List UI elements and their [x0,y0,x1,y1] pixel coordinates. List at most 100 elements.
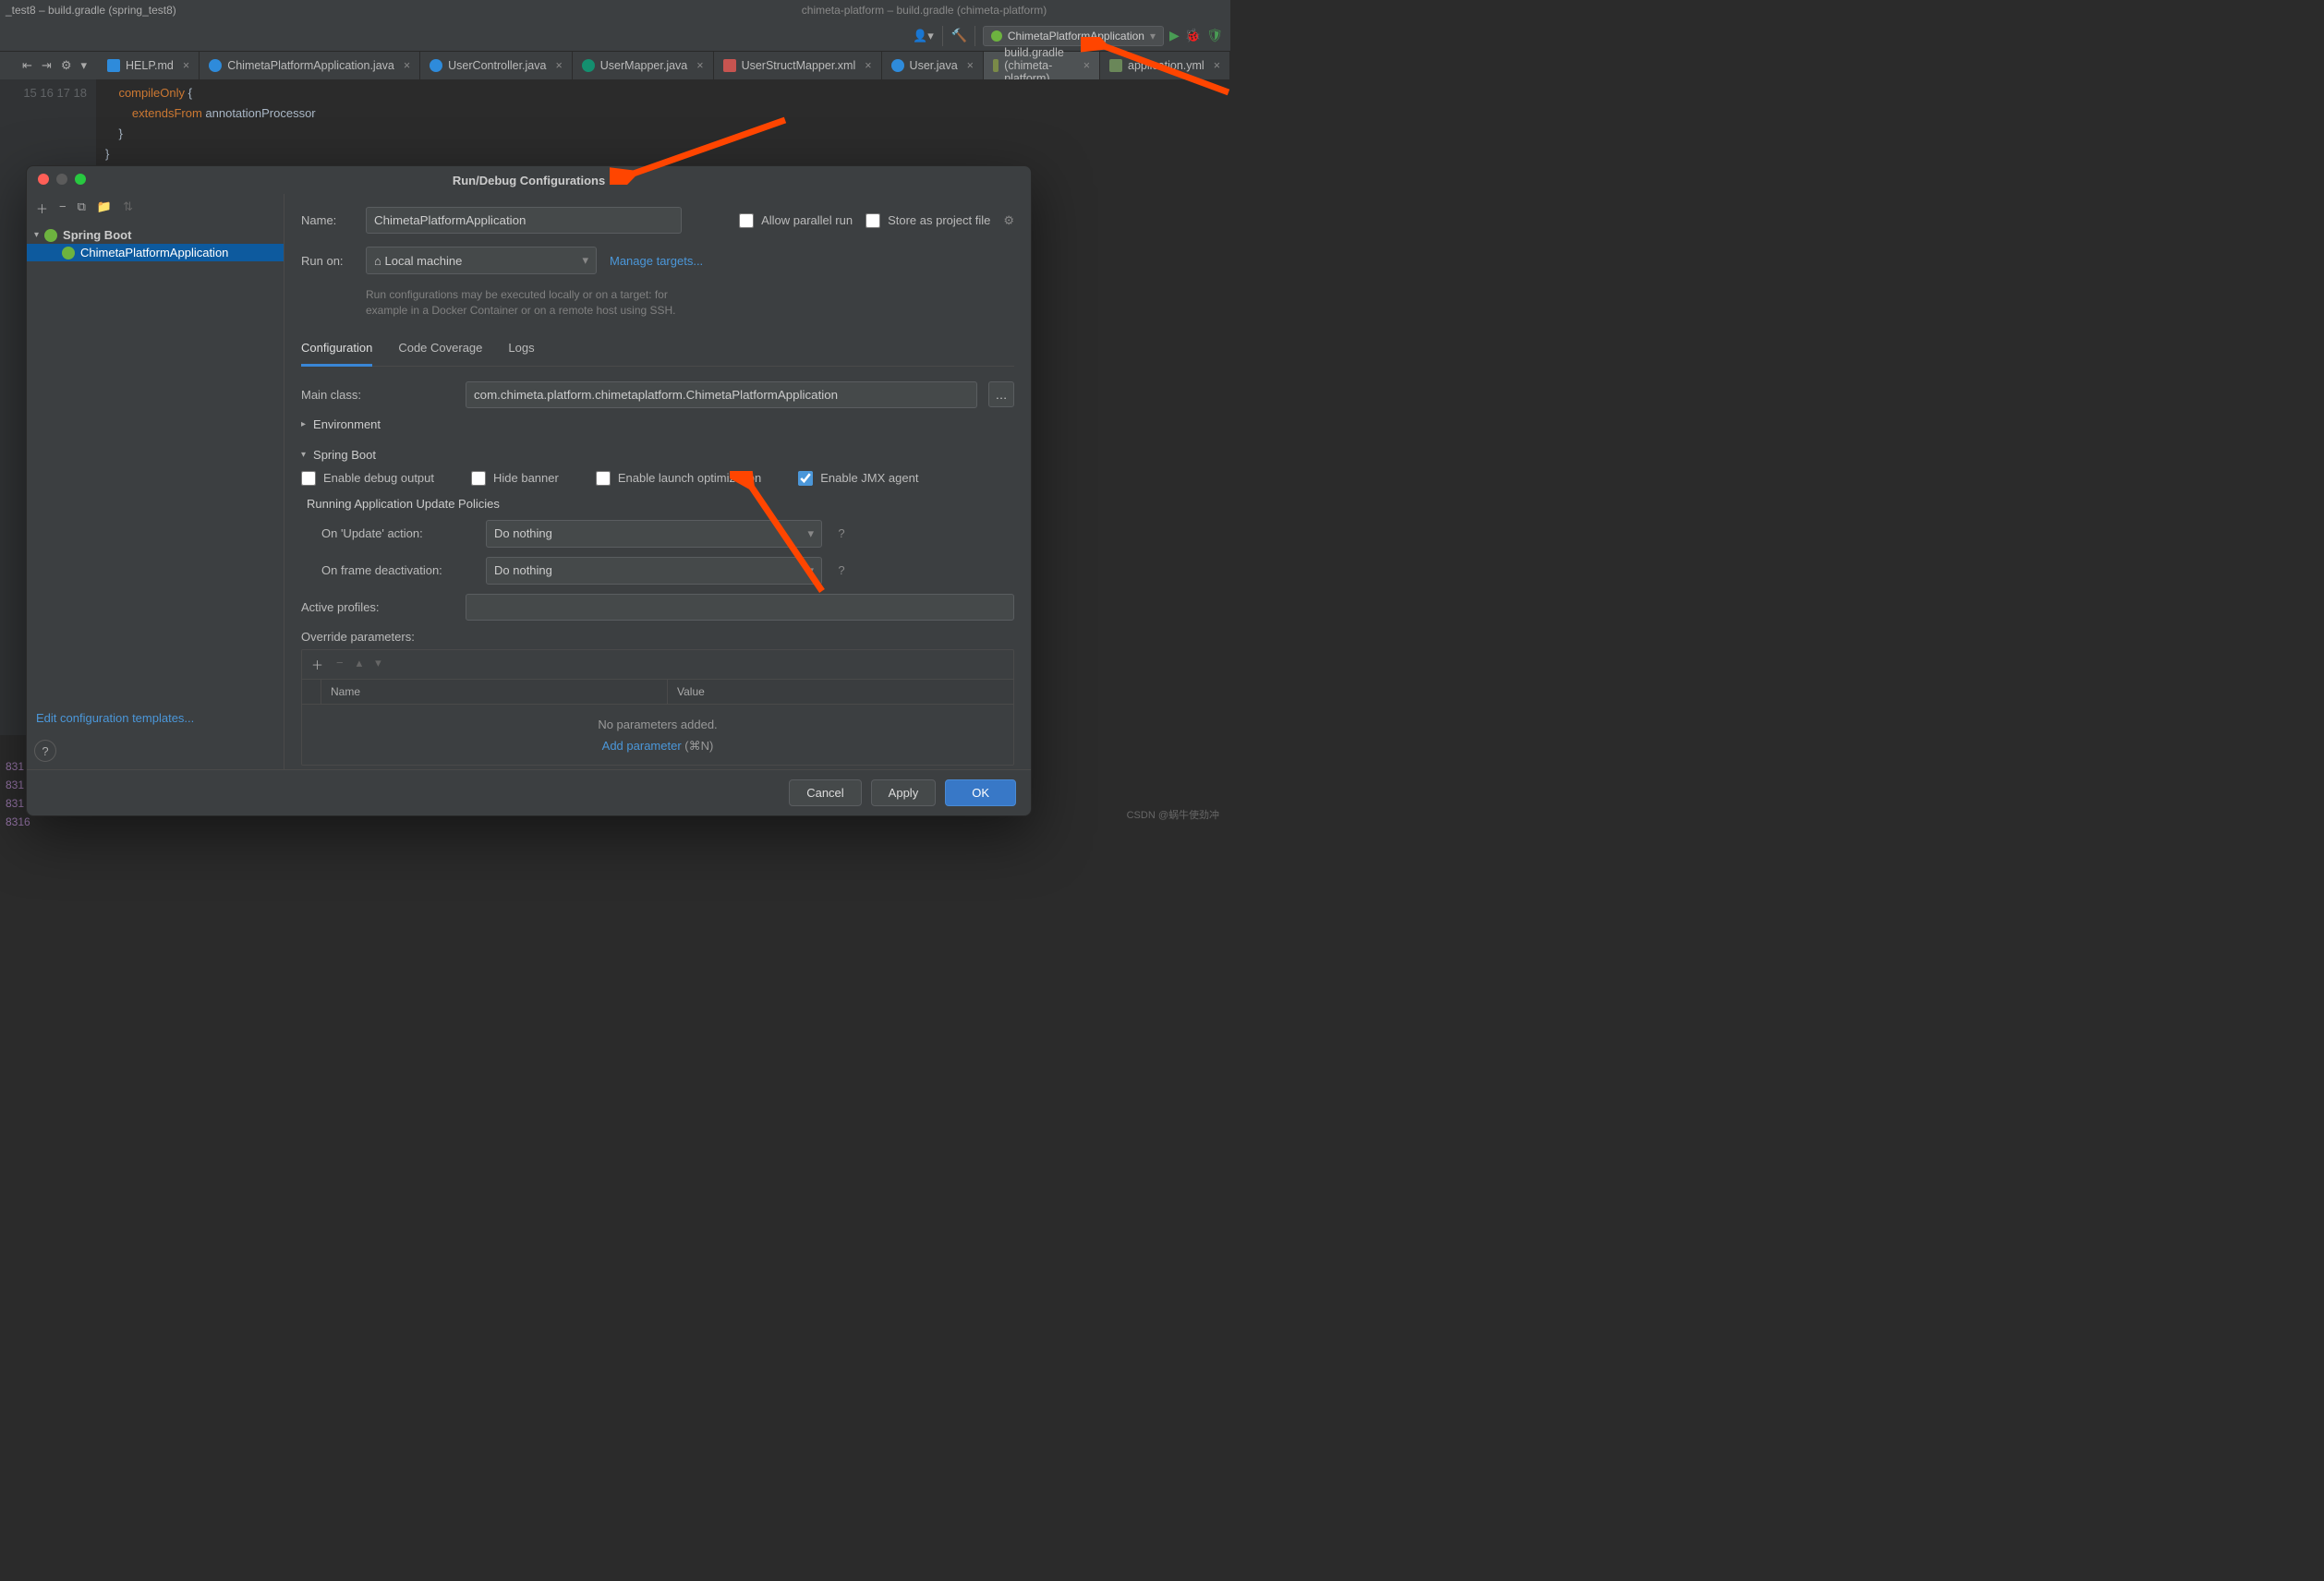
ok-button[interactable]: OK [945,779,1016,806]
close-icon[interactable]: × [1214,59,1220,72]
help-button[interactable]: ? [34,740,56,762]
editor-tab[interactable]: User.java× [882,52,984,79]
dialog-footer: Cancel Apply OK [27,769,1031,815]
spring-boot-section[interactable]: ▾ Spring Boot [301,448,1014,462]
on-frame-combo[interactable]: Do nothing▾ [486,557,822,585]
save-icon[interactable]: 📁 [97,199,112,217]
close-icon[interactable]: × [404,59,410,72]
debug-icon[interactable]: 🐞 [1185,28,1201,43]
help-icon[interactable]: ? [833,563,850,577]
close-icon[interactable]: × [967,59,974,72]
tab-label: UserStructMapper.xml [742,59,856,72]
enable-jmx-checkbox[interactable]: Enable JMX agent [798,471,918,486]
spring-boot-icon [62,247,75,259]
editor-tab[interactable]: build.gradle (chimeta-platform)× [984,52,1100,79]
collapse-icon: ▸ [301,419,306,429]
file-icon [993,59,999,72]
runon-combo[interactable]: ⌂ Local machine ▾ [366,247,597,274]
override-label: Override parameters: [301,630,1014,644]
tree-node-config[interactable]: ChimetaPlatformApplication [27,244,284,261]
checkbox-label: Store as project file [888,213,990,227]
tree-node-spring-boot[interactable]: ▾ Spring Boot [27,226,284,244]
environment-section[interactable]: ▸ Environment [301,417,1014,431]
add-icon[interactable]: ＋ [36,199,48,217]
tab-label: UserMapper.java [600,59,688,72]
section-label: Spring Boot [313,448,376,462]
close-icon[interactable]: × [1083,59,1090,72]
run-icon[interactable]: ▶ [1169,28,1180,43]
remove-icon[interactable]: − [336,656,344,673]
browse-button[interactable]: … [988,381,1014,407]
tab-code-coverage[interactable]: Code Coverage [398,335,482,366]
project-title-right: chimeta-platform – build.gradle (chimeta… [618,4,1230,17]
back-icon[interactable]: ⇤ [22,58,32,73]
col-value: Value [668,680,1013,704]
close-icon[interactable]: × [183,59,189,72]
policies-title: Running Application Update Policies [301,497,1014,511]
on-update-combo[interactable]: Do nothing▾ [486,520,822,548]
window-controls [38,174,86,185]
minimize-icon[interactable] [56,174,67,185]
sort-icon[interactable]: ⇅ [123,199,133,217]
runon-hint: Run configurations may be executed local… [366,287,680,319]
file-icon [891,59,904,72]
editor-tab[interactable]: UserMapper.java × [573,52,714,79]
zoom-icon[interactable] [75,174,86,185]
tree-label: ChimetaPlatformApplication [80,246,228,259]
main-class-input[interactable] [466,381,977,408]
gear-icon[interactable]: ⚙ [61,58,72,73]
profile-icon[interactable]: 👤▾ [911,26,935,46]
remove-icon[interactable]: − [59,199,67,217]
coverage-icon[interactable]: 🛡 [1206,28,1223,43]
override-params-table: ＋ − ▴ ▾ Name Value No parameters added. … [301,649,1014,766]
sidebar-toolbar: ＋ − ⧉ 📁 ⇅ [27,194,284,223]
more-icon[interactable]: ▾ [80,58,87,73]
editor-tab[interactable]: ChimetaPlatformApplication.java× [200,52,420,79]
manage-targets-link[interactable]: Manage targets... [610,254,703,268]
hide-banner-checkbox[interactable]: Hide banner [471,471,559,486]
run-config-label: ChimetaPlatformApplication [1008,30,1144,42]
name-input[interactable] [366,207,682,234]
file-icon [430,59,442,72]
editor-tab[interactable]: HELP.md × [98,52,200,79]
active-profiles-label: Active profiles: [301,600,454,614]
close-icon[interactable] [38,174,49,185]
add-icon[interactable]: ＋ [311,656,323,673]
enable-debug-checkbox[interactable]: Enable debug output [301,471,434,486]
gear-icon[interactable]: ⚙ [1003,213,1014,228]
checkbox-label: Enable launch optimization [618,471,761,485]
close-icon[interactable]: × [865,59,871,72]
tab-label: application.yml [1128,59,1204,72]
forward-icon[interactable]: ⇥ [42,58,52,73]
enable-launch-opt-checkbox[interactable]: Enable launch optimization [596,471,761,486]
section-label: Environment [313,417,381,431]
editor-tab[interactable]: UserController.java× [420,52,573,79]
config-tree: ▾ Spring Boot ChimetaPlatformApplication [27,223,284,265]
active-profiles-input[interactable] [466,594,1014,621]
dropdown-icon: ▾ [582,253,588,268]
apply-button[interactable]: Apply [871,779,937,806]
cancel-button[interactable]: Cancel [789,779,861,806]
store-project-checkbox[interactable]: Store as project file [865,213,990,228]
link-label[interactable]: Edit configuration templates... [36,711,194,725]
build-icon[interactable]: 🔨 [950,28,966,43]
tab-logs[interactable]: Logs [508,335,534,366]
up-icon[interactable]: ▴ [357,656,363,673]
tab-label: HELP.md [126,59,174,72]
editor-tab[interactable]: UserStructMapper.xml × [714,52,882,79]
tab-configuration[interactable]: Configuration [301,335,372,367]
main-class-label: Main class: [301,388,454,402]
edit-templates-link[interactable]: Edit configuration templates... [27,704,284,732]
allow-parallel-checkbox[interactable]: Allow parallel run [739,213,853,228]
close-icon[interactable]: × [555,59,562,72]
watermark: CSDN @蜗牛使劲冲 [1127,807,1219,822]
log-timestamp: 831 [6,797,24,810]
down-icon[interactable]: ▾ [375,656,381,673]
editor-tab[interactable]: application.yml × [1100,52,1230,79]
copy-icon[interactable]: ⧉ [78,199,86,217]
close-icon[interactable]: × [696,59,703,72]
add-parameter-link[interactable]: Add parameter [602,739,682,753]
help-icon[interactable]: ? [833,526,850,540]
tree-label: Spring Boot [63,228,131,242]
run-config-selector[interactable]: ChimetaPlatformApplication ▾ [983,26,1164,46]
